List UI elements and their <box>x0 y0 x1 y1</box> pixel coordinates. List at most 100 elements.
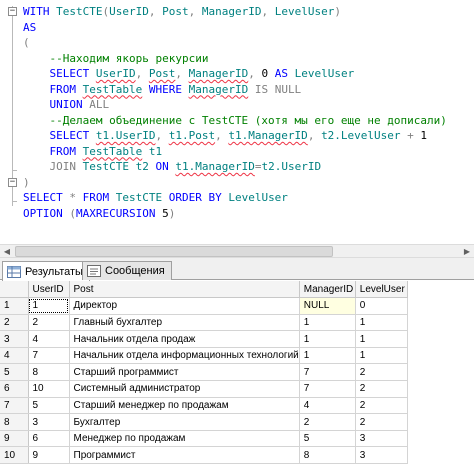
cell-userid[interactable]: 10 <box>28 380 70 398</box>
sql-editor[interactable]: − − WITH TestCTE (UserID, Post, ManagerID… <box>0 0 474 244</box>
table-row[interactable]: 9 6 Менеджер по продажам 5 3 <box>0 430 408 448</box>
row-number[interactable]: 2 <box>0 314 29 332</box>
code-line[interactable]: FROM TestTable t1 <box>23 144 474 160</box>
row-number[interactable]: 4 <box>0 347 29 365</box>
cell-post[interactable]: Системный администратор <box>69 380 300 398</box>
cell-leveluser[interactable]: 1 <box>355 314 408 332</box>
table-row[interactable]: 7 5 Старший менеджер по продажам 4 2 <box>0 397 408 415</box>
code-token: FROM <box>82 191 116 204</box>
code-line[interactable]: UNION ALL <box>23 97 474 113</box>
cell-post[interactable]: Главный бухгалтер <box>69 314 300 332</box>
code-token: * <box>69 191 83 204</box>
cell-managerid[interactable]: 1 <box>299 347 356 365</box>
code-line[interactable]: ) <box>23 175 474 191</box>
cell-userid[interactable]: 7 <box>28 347 70 365</box>
row-number[interactable]: 6 <box>0 380 29 398</box>
outline-end-mark <box>12 201 17 202</box>
code-token: ALL <box>89 98 110 111</box>
cell-leveluser[interactable]: 1 <box>355 330 408 348</box>
code-token: --Находим якорь рекурсии <box>49 51 209 65</box>
table-row[interactable]: 8 3 Бухгалтер 2 2 <box>0 413 408 431</box>
table-row[interactable]: 1 1 Директор NULL 0 <box>0 297 408 315</box>
cell-leveluser[interactable]: 3 <box>355 430 408 448</box>
code-token: + <box>400 129 421 142</box>
cell-leveluser[interactable]: 2 <box>355 363 408 382</box>
table-row[interactable]: 10 9 Программист 8 3 <box>0 446 408 465</box>
code-line[interactable]: SELECT * FROM TestCTE ORDER BY LevelUser <box>23 190 474 206</box>
cell-leveluser[interactable]: 2 <box>355 380 408 398</box>
cell-userid[interactable]: 6 <box>28 430 70 448</box>
cell-managerid[interactable]: 4 <box>299 397 356 415</box>
cell-post[interactable]: Бухгалтер <box>69 413 300 431</box>
row-number[interactable]: 7 <box>0 397 29 415</box>
cell-post[interactable]: Начальник отдела продаж <box>69 330 300 348</box>
cell-leveluser[interactable]: 1 <box>355 347 408 365</box>
collapse-select-icon[interactable]: − <box>8 178 17 187</box>
cell-post[interactable]: Старший программист <box>69 363 300 382</box>
cell-managerid[interactable]: 7 <box>299 380 356 398</box>
column-header-leveluser[interactable]: LevelUser <box>355 281 408 299</box>
table-row[interactable]: 3 4 Начальник отдела продаж 1 1 <box>0 330 408 348</box>
cell-post[interactable]: Начальник отдела информационных технолог… <box>69 347 300 365</box>
column-header-userid[interactable]: UserID <box>28 281 70 299</box>
scroll-right-arrow-icon[interactable]: ▶ <box>460 246 474 257</box>
column-header-post[interactable]: Post <box>69 281 300 299</box>
cell-managerid[interactable]: 8 <box>299 446 356 465</box>
table-row[interactable]: 2 2 Главный бухгалтер 1 1 <box>0 314 408 332</box>
scroll-left-arrow-icon[interactable]: ◀ <box>0 246 14 257</box>
code-token: ( <box>23 36 30 49</box>
cell-post[interactable]: Менеджер по продажам <box>69 430 300 448</box>
scrollbar-thumb[interactable] <box>15 246 333 257</box>
cell-leveluser[interactable]: 2 <box>355 413 408 431</box>
code-line[interactable]: --Находим якорь рекурсии <box>23 51 474 67</box>
editor-horizontal-scrollbar[interactable]: ◀ ▶ <box>0 244 474 258</box>
row-number[interactable]: 3 <box>0 330 29 348</box>
code-token: FROM <box>49 144 83 158</box>
row-number[interactable]: 5 <box>0 363 29 382</box>
code-line[interactable]: OPTION (MAXRECURSION 5) <box>23 206 474 222</box>
cell-managerid[interactable]: 5 <box>299 430 356 448</box>
grid-corner[interactable] <box>0 281 29 299</box>
cell-userid[interactable]: 2 <box>28 314 70 332</box>
cell-managerid[interactable]: 7 <box>299 363 356 382</box>
code-line[interactable]: AS <box>23 20 474 36</box>
cell-userid[interactable]: 1 <box>28 297 70 315</box>
tab-messages[interactable]: Сообщения <box>82 261 172 280</box>
cell-userid[interactable]: 4 <box>28 330 70 348</box>
cell-post[interactable]: Директор <box>69 297 300 315</box>
cell-userid[interactable]: 5 <box>28 397 70 415</box>
table-row[interactable]: 4 7 Начальник отдела информационных технол… <box>0 347 408 365</box>
cell-leveluser[interactable]: 0 <box>355 297 408 315</box>
code-line[interactable]: ( <box>23 35 474 51</box>
cell-managerid[interactable]: NULL <box>299 297 356 315</box>
table-row[interactable]: 6 10 Системный администратор 7 2 <box>0 380 408 398</box>
cell-managerid[interactable]: 1 <box>299 330 356 348</box>
cell-userid[interactable]: 8 <box>28 363 70 382</box>
code-token: , <box>307 129 322 142</box>
cell-userid[interactable]: 9 <box>28 446 70 465</box>
collapse-with-icon[interactable]: − <box>8 7 17 16</box>
cell-managerid[interactable]: 1 <box>299 314 356 332</box>
row-number[interactable]: 1 <box>0 297 29 315</box>
code-line[interactable]: --Делаем объединение с TestCTE (хотя мы … <box>23 113 474 129</box>
row-number[interactable]: 8 <box>0 413 29 431</box>
row-number[interactable]: 10 <box>0 446 29 465</box>
cell-post[interactable]: Программист <box>69 446 300 465</box>
code-line[interactable]: FROM TestTable WHERE ManagerID IS NULL <box>23 82 474 98</box>
cell-leveluser[interactable]: 3 <box>355 446 408 465</box>
cell-leveluser[interactable]: 2 <box>355 397 408 415</box>
cell-managerid[interactable]: 2 <box>299 413 356 431</box>
code-line[interactable]: WITH TestCTE(UserID, Post, ManagerID, Le… <box>23 4 474 20</box>
results-grid[interactable]: UserID Post ManagerID LevelUser 1 1 Директ… <box>0 281 474 465</box>
tab-results[interactable]: Результаты <box>2 261 90 281</box>
cell-post[interactable]: Старший менеджер по продажам <box>69 397 300 415</box>
row-number[interactable]: 9 <box>0 430 29 448</box>
code-line[interactable]: SELECT UserID, Post, ManagerID, 0 AS Lev… <box>23 66 474 82</box>
code-line[interactable]: JOIN TestCTE t2 ON t1.ManagerID=t2.UserI… <box>23 159 474 175</box>
column-header-managerid[interactable]: ManagerID <box>299 281 356 299</box>
table-row[interactable]: 5 8 Старший программист 7 2 <box>0 363 408 382</box>
sql-code[interactable]: WITH TestCTE (UserID, Post, ManagerID, Le… <box>23 4 474 221</box>
cell-userid[interactable]: 3 <box>28 413 70 431</box>
tab-messages-label: Сообщения <box>105 265 165 277</box>
code-line[interactable]: SELECT t1.UserID, t1.Post, t1.ManagerID,… <box>23 128 474 144</box>
